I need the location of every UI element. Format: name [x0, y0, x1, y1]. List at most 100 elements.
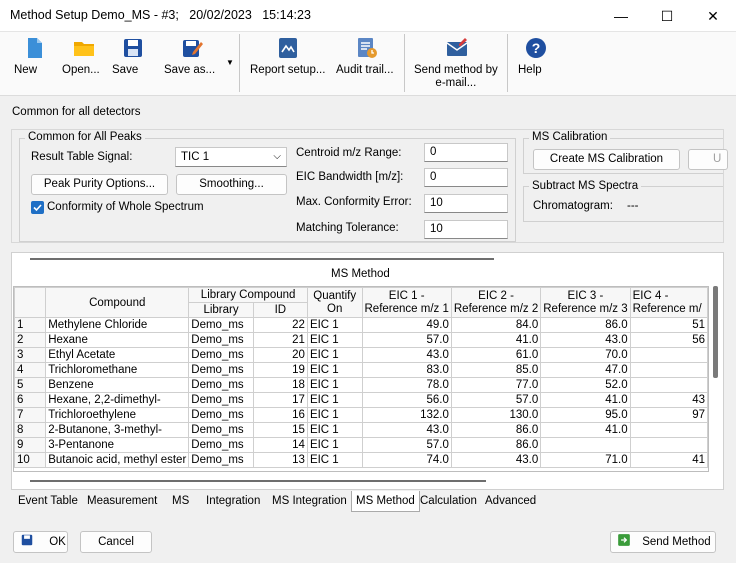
compound-cell[interactable]: Trichloroethylene: [45, 407, 190, 423]
id-cell[interactable]: 21: [252, 332, 308, 348]
minimize-button[interactable]: —: [598, 0, 644, 32]
new-button[interactable]: New: [14, 36, 56, 76]
eic2-cell[interactable]: 43.0: [450, 452, 542, 468]
id-cell[interactable]: 16: [252, 407, 308, 423]
compound-cell[interactable]: 3-Pentanone: [45, 437, 190, 453]
quantify-on-cell[interactable]: EIC 1: [306, 392, 363, 408]
row-number[interactable]: 5: [14, 377, 47, 393]
library-cell[interactable]: Demo_ms: [188, 422, 254, 438]
id-cell[interactable]: 20: [252, 347, 308, 363]
quantify-on-cell[interactable]: EIC 1: [306, 362, 363, 378]
quantify-on-cell[interactable]: EIC 1: [306, 422, 363, 438]
eic4-cell[interactable]: [629, 347, 708, 363]
library-cell[interactable]: Demo_ms: [188, 407, 254, 423]
send-method-email-button[interactable]: Send method by e-mail...: [414, 36, 500, 89]
tab-calculation[interactable]: Calculation: [416, 491, 481, 512]
eic4-cell[interactable]: 51: [629, 317, 708, 333]
open-button[interactable]: Open...: [62, 36, 106, 76]
eic3-cell[interactable]: 86.0: [540, 317, 631, 333]
eic2-header[interactable]: EIC 2 - Reference m/z 2: [450, 287, 542, 318]
smoothing-button[interactable]: Smoothing...: [176, 174, 287, 195]
peak-purity-options-button[interactable]: Peak Purity Options...: [31, 174, 168, 195]
table-row[interactable]: 6 Hexane, 2,2-dimethyl- Demo_ms 17 EIC 1 56.0…: [14, 392, 708, 408]
eic3-cell[interactable]: [540, 437, 631, 453]
tab-integration[interactable]: Integration: [202, 491, 264, 512]
id-cell[interactable]: 18: [252, 377, 308, 393]
send-method-button[interactable]: Send Method: [610, 531, 716, 553]
row-number[interactable]: 9: [14, 437, 47, 453]
compound-cell[interactable]: Hexane, 2,2-dimethyl-: [45, 392, 190, 408]
eic4-cell[interactable]: 56: [629, 332, 708, 348]
eic4-cell[interactable]: [629, 377, 708, 393]
eic1-cell[interactable]: 74.0: [361, 452, 452, 468]
eic2-cell[interactable]: 84.0: [450, 317, 542, 333]
eic4-cell[interactable]: [629, 362, 708, 378]
tab-ms-integration[interactable]: MS Integration: [268, 491, 351, 512]
id-cell[interactable]: 22: [252, 317, 308, 333]
ok-button[interactable]: OK: [13, 531, 68, 553]
audit-trail-button[interactable]: Audit trail...: [336, 36, 398, 76]
row-number[interactable]: 10: [14, 452, 47, 468]
id-header[interactable]: ID: [252, 302, 308, 318]
row-number[interactable]: 7: [14, 407, 47, 423]
library-cell[interactable]: Demo_ms: [188, 452, 254, 468]
table-row[interactable]: 5 Benzene Demo_ms 18 EIC 1 78.0 77.0 52.0: [14, 377, 708, 393]
eic1-header[interactable]: EIC 1 - Reference m/z 1: [361, 287, 452, 318]
cancel-button[interactable]: Cancel: [80, 531, 152, 553]
library-cell[interactable]: Demo_ms: [188, 377, 254, 393]
compound-cell[interactable]: Butanoic acid, methyl ester: [45, 452, 190, 468]
horizontal-scroll-thumb[interactable]: [30, 480, 486, 482]
eic4-cell[interactable]: 41: [629, 452, 708, 468]
tab-ms[interactable]: MS: [168, 491, 193, 512]
eic2-cell[interactable]: 86.0: [450, 422, 542, 438]
result-signal-select[interactable]: TIC 1 ⌵: [175, 147, 287, 167]
quantify-on-cell[interactable]: EIC 1: [306, 317, 363, 333]
create-ms-calibration-button[interactable]: Create MS Calibration: [533, 149, 680, 170]
eic2-cell[interactable]: 41.0: [450, 332, 542, 348]
matching-tolerance-input[interactable]: 10: [424, 220, 508, 239]
quantify-on-cell[interactable]: EIC 1: [306, 437, 363, 453]
eic2-cell[interactable]: 86.0: [450, 437, 542, 453]
eic2-cell[interactable]: 77.0: [450, 377, 542, 393]
id-cell[interactable]: 13: [252, 452, 308, 468]
quantify-on-cell[interactable]: EIC 1: [306, 407, 363, 423]
compound-cell[interactable]: Hexane: [45, 332, 190, 348]
close-button[interactable]: ✕: [690, 0, 736, 32]
library-cell[interactable]: Demo_ms: [188, 437, 254, 453]
eic-bandwidth-input[interactable]: 0: [424, 168, 508, 187]
eic1-cell[interactable]: 132.0: [361, 407, 452, 423]
eic3-cell[interactable]: 70.0: [540, 347, 631, 363]
eic2-cell[interactable]: 61.0: [450, 347, 542, 363]
library-cell[interactable]: Demo_ms: [188, 392, 254, 408]
maximize-button[interactable]: ☐: [644, 0, 690, 32]
quantify-on-cell[interactable]: EIC 1: [306, 377, 363, 393]
table-row[interactable]: 9 3-Pentanone Demo_ms 14 EIC 1 57.0 86.0: [14, 437, 708, 453]
eic3-cell[interactable]: 71.0: [540, 452, 631, 468]
eic2-cell[interactable]: 57.0: [450, 392, 542, 408]
tab-measurement[interactable]: Measurement: [83, 491, 161, 512]
library-cell[interactable]: Demo_ms: [188, 332, 254, 348]
eic4-cell[interactable]: [629, 437, 708, 453]
eic4-cell[interactable]: 43: [629, 392, 708, 408]
library-cell[interactable]: Demo_ms: [188, 347, 254, 363]
vertical-scroll-thumb[interactable]: [713, 286, 718, 378]
eic2-cell[interactable]: 130.0: [450, 407, 542, 423]
clipped-calibration-button[interactable]: U: [688, 149, 728, 170]
eic1-cell[interactable]: 49.0: [361, 317, 452, 333]
eic3-cell[interactable]: 41.0: [540, 392, 631, 408]
eic1-cell[interactable]: 43.0: [361, 347, 452, 363]
eic1-cell[interactable]: 57.0: [361, 437, 452, 453]
max-conformity-input[interactable]: 10: [424, 194, 508, 213]
save-as-dropdown-arrow-icon[interactable]: ▼: [226, 58, 234, 67]
help-button[interactable]: ? Help: [518, 36, 554, 76]
table-row[interactable]: 8 2-Butanone, 3-methyl- Demo_ms 15 EIC 1 43.0…: [14, 422, 708, 438]
library-compound-header[interactable]: Library Compound: [188, 287, 308, 303]
table-row[interactable]: 4 Trichloromethane Demo_ms 19 EIC 1 83.0 85.0 4…: [14, 362, 708, 378]
compound-cell[interactable]: Benzene: [45, 377, 190, 393]
id-cell[interactable]: 14: [252, 437, 308, 453]
eic3-cell[interactable]: 41.0: [540, 422, 631, 438]
row-number[interactable]: 2: [14, 332, 47, 348]
tab-advanced[interactable]: Advanced: [481, 491, 540, 512]
id-cell[interactable]: 15: [252, 422, 308, 438]
eic1-cell[interactable]: 56.0: [361, 392, 452, 408]
